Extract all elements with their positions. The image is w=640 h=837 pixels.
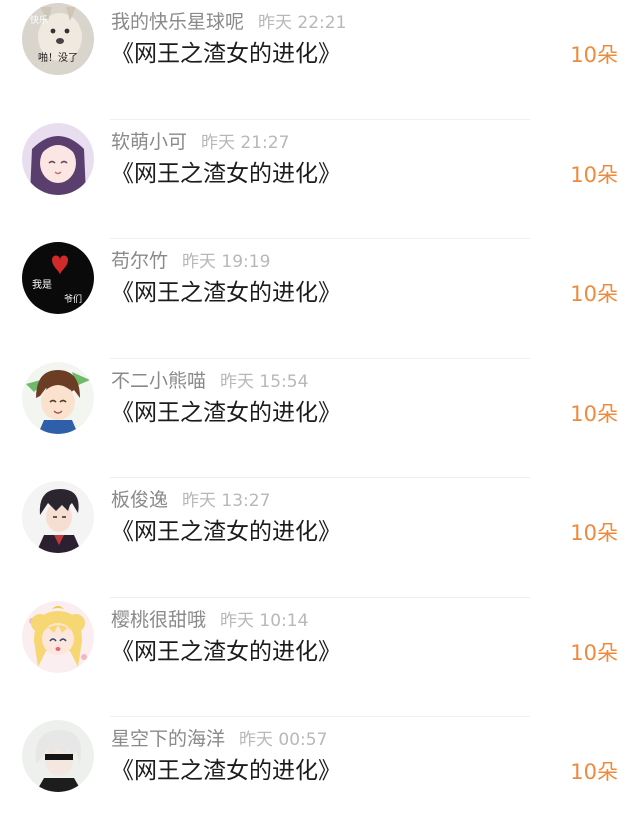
timestamp: 昨天 13:27 [182,491,271,511]
list-item[interactable]: 我是 爷们 苟尔竹 昨天 19:19 《网王之渣女的进化》 10朵 [0,239,640,359]
list-item[interactable]: 不二小熊喵 昨天 15:54 《网王之渣女的进化》 10朵 [0,359,640,478]
avatar[interactable]: 我是 爷们 [22,242,94,314]
gift-amount: 10朵 [570,282,618,306]
entry-meta: 软萌小可 昨天 21:27 [111,130,289,155]
avatar-caption: 啪！没了 [38,51,78,64]
gift-amount: 10朵 [570,401,618,426]
timestamp: 昨天 19:19 [182,252,271,272]
work-title[interactable]: 《网王之渣女的进化》 [111,160,341,188]
entry-meta: 不二小熊喵 昨天 15:54 [111,369,308,394]
work-title[interactable]: 《网王之渣女的进化》 [111,757,341,785]
list-item[interactable]: 软萌小可 昨天 21:27 《网王之渣女的进化》 10朵 [0,120,640,239]
username[interactable]: 星空下的海洋 [111,728,225,750]
timestamp: 昨天 10:14 [220,610,309,631]
white-hair-avatar-icon [22,720,94,792]
gift-amount: 10朵 [570,162,618,187]
username[interactable]: 软萌小可 [111,131,187,153]
avatar-caption: 我是 [32,279,52,291]
timestamp: 昨天 21:27 [201,132,290,153]
username[interactable]: 我的快乐星球呢 [111,11,244,33]
sailor-moon-avatar-icon [22,600,94,673]
username[interactable]: 板俊逸 [111,489,168,511]
list-item[interactable]: 星空下的海洋 昨天 00:57 《网王之渣女的进化》 10朵 [0,717,640,837]
timestamp: 昨天 22:21 [258,13,347,33]
entry-meta: 苟尔竹 昨天 19:19 [111,249,270,274]
avatar[interactable] [22,720,94,792]
timestamp: 昨天 00:57 [239,730,328,750]
avatar[interactable]: 快乐 啪！没了 [22,3,94,75]
list-item[interactable]: 樱桃很甜哦 昨天 10:14 《网王之渣女的进化》 10朵 [0,598,640,717]
work-title[interactable]: 《网王之渣女的进化》 [111,279,341,307]
avatar[interactable] [22,481,94,553]
entry-meta: 我的快乐星球呢 昨天 22:21 [111,10,346,35]
anime-boy-avatar-icon [22,361,94,434]
gift-amount: 10朵 [570,640,618,665]
gift-list: 快乐 啪！没了 我的快乐星球呢 昨天 22:21 《网王之渣女的进化》 10朵 软… [0,0,640,837]
work-title[interactable]: 《网王之渣女的进化》 [111,518,341,546]
avatar-caption: 快乐 [30,14,48,26]
black-heart-avatar-icon: 我是 爷们 [22,242,94,314]
username[interactable]: 樱桃很甜哦 [111,609,206,631]
anime-girl-avatar-icon [22,122,94,195]
entry-meta: 星空下的海洋 昨天 00:57 [111,727,327,752]
work-title[interactable]: 《网王之渣女的进化》 [111,638,341,666]
timestamp: 昨天 15:54 [220,371,309,392]
work-title[interactable]: 《网王之渣女的进化》 [111,40,341,68]
avatar[interactable] [22,361,94,434]
username[interactable]: 苟尔竹 [111,250,168,272]
entry-meta: 樱桃很甜哦 昨天 10:14 [111,608,308,633]
avatar-caption: 爷们 [64,293,82,305]
avatar[interactable] [22,122,94,195]
dark-hair-boy-avatar-icon [22,481,94,553]
list-item[interactable]: 快乐 啪！没了 我的快乐星球呢 昨天 22:21 《网王之渣女的进化》 10朵 [0,0,640,120]
dog-meme-avatar-icon: 快乐 啪！没了 [22,3,94,75]
entry-meta: 板俊逸 昨天 13:27 [111,488,270,513]
avatar[interactable] [22,600,94,673]
username[interactable]: 不二小熊喵 [111,370,206,392]
list-item[interactable]: 板俊逸 昨天 13:27 《网王之渣女的进化》 10朵 [0,478,640,598]
gift-amount: 10朵 [570,760,618,784]
gift-amount: 10朵 [570,43,618,67]
work-title[interactable]: 《网王之渣女的进化》 [111,399,341,427]
gift-amount: 10朵 [570,521,618,545]
